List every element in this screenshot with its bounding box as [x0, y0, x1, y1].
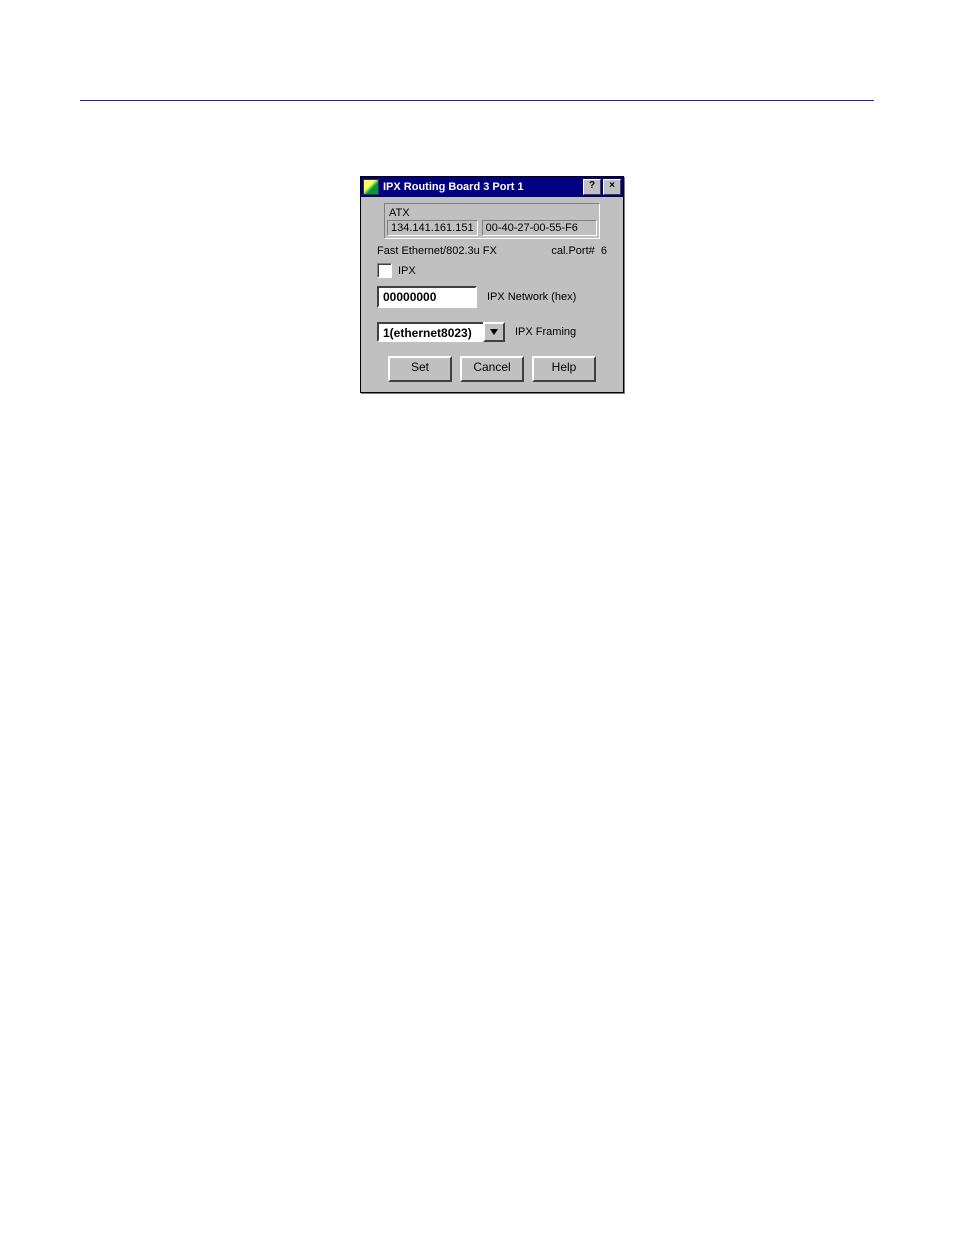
- ipx-framing-combo[interactable]: 1(ethernet8023): [377, 322, 505, 342]
- help-button[interactable]: Help: [532, 356, 596, 382]
- window-title: IPX Routing Board 3 Port 1: [383, 181, 581, 193]
- device-info-box: ATX 134.141.161.151 00-40-27-00-55-F6: [384, 203, 600, 239]
- device-ip: 134.141.161.151: [387, 220, 478, 236]
- ipx-network-row: 00000000 IPX Network (hex): [377, 286, 607, 308]
- dialog-client-area: ATX 134.141.161.151 00-40-27-00-55-F6 Fa…: [361, 197, 623, 392]
- ipx-framing-label: IPX Framing: [515, 326, 576, 338]
- dialog-buttons: Set Cancel Help: [369, 356, 615, 382]
- media-type-label: Fast Ethernet/802.3u FX: [377, 245, 497, 257]
- cal-port: cal.Port# 6: [551, 245, 607, 257]
- titlebar[interactable]: IPX Routing Board 3 Port 1 ? ×: [361, 177, 623, 197]
- close-icon[interactable]: ×: [603, 179, 621, 195]
- app-icon: [363, 179, 379, 195]
- document-page: IPX Routing Board 3 Port 1 ? × ATX 134.1…: [0, 0, 954, 1235]
- cal-port-value: 6: [601, 245, 607, 257]
- ipx-checkbox-row: IPX: [377, 263, 607, 278]
- media-port-row: Fast Ethernet/802.3u FX cal.Port# 6: [377, 245, 607, 257]
- ipx-checkbox-label: IPX: [398, 265, 416, 277]
- ipx-network-label: IPX Network (hex): [487, 291, 576, 303]
- horizontal-rule: [80, 100, 874, 101]
- ipx-routing-dialog: IPX Routing Board 3 Port 1 ? × ATX 134.1…: [360, 176, 624, 393]
- ipx-network-input[interactable]: 00000000: [377, 286, 477, 308]
- ipx-framing-value: 1(ethernet8023): [377, 322, 483, 342]
- cal-port-label: cal.Port#: [551, 245, 594, 257]
- set-button[interactable]: Set: [388, 356, 452, 382]
- cancel-button[interactable]: Cancel: [460, 356, 524, 382]
- help-icon[interactable]: ?: [583, 179, 601, 195]
- ipx-framing-row: 1(ethernet8023) IPX Framing: [377, 322, 607, 342]
- device-mac: 00-40-27-00-55-F6: [482, 220, 597, 236]
- device-name: ATX: [387, 206, 597, 220]
- chevron-down-icon[interactable]: [483, 322, 505, 342]
- ipx-checkbox[interactable]: [377, 263, 392, 278]
